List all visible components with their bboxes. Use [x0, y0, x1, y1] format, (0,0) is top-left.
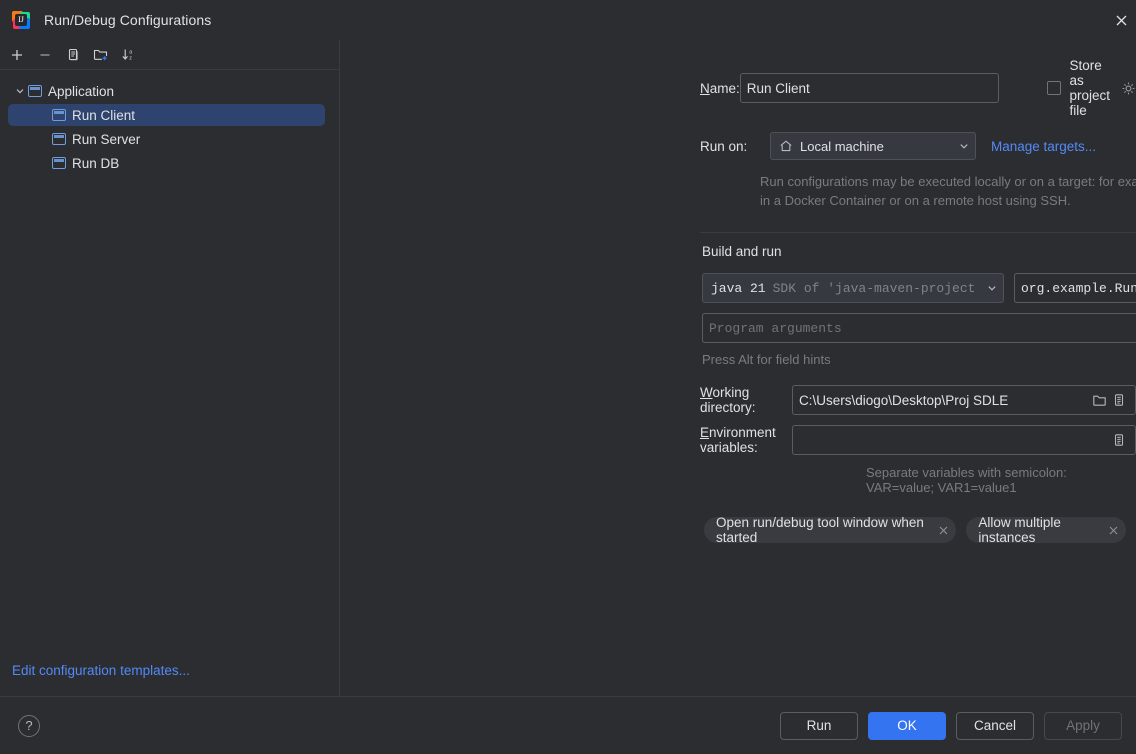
sidebar-item-run-db[interactable]: Run DB	[8, 152, 325, 174]
close-icon[interactable]	[937, 522, 950, 538]
store-as-project-file-row[interactable]: Store as project file	[1047, 58, 1136, 118]
run-debug-configurations-dialog: IJ Run/Debug Configurations a z Applicat…	[0, 0, 1136, 754]
left-panel-footer: Edit configuration templates...	[0, 663, 339, 696]
option-chips: Open run/debug tool window when started …	[704, 515, 1136, 545]
environment-variables-label: Environment variables:	[700, 425, 776, 455]
store-as-project-file-checkbox[interactable]	[1047, 81, 1062, 95]
folder-icon[interactable]	[1089, 390, 1109, 410]
configurations-tree: Application Run Client Run Server Run DB	[0, 70, 339, 663]
footer-buttons: Run OK Cancel Apply	[780, 711, 1122, 740]
application-icon	[52, 109, 66, 121]
run-button[interactable]: Run	[780, 711, 858, 740]
jdk-name: java 21	[711, 280, 766, 296]
application-icon	[52, 157, 66, 169]
copy-configuration-button[interactable]	[60, 43, 86, 67]
expand-list-icon[interactable]	[1109, 390, 1129, 410]
sort-alphabetically-icon[interactable]: a z	[116, 43, 142, 67]
home-icon	[779, 139, 793, 153]
gear-icon[interactable]	[1121, 78, 1136, 98]
jdk-dropdown[interactable]: java 21 SDK of 'java-maven-project	[702, 273, 1004, 303]
chip-open-run-debug-tool-window: Open run/debug tool window when started	[704, 515, 957, 545]
section-divider-top	[700, 232, 1136, 233]
build-and-run-title: Build and run	[702, 244, 782, 259]
configuration-form: Name: Run Client Store as project file R…	[340, 40, 1136, 696]
ok-button[interactable]: OK	[868, 711, 946, 740]
list-item-label: Run Server	[72, 131, 141, 147]
name-input[interactable]: Run Client	[739, 73, 1000, 103]
chip-label: Open run/debug tool window when started	[716, 515, 924, 545]
close-icon[interactable]	[1107, 522, 1120, 538]
configurations-panel: a z Application Run Client Run Server Ru…	[0, 40, 340, 696]
name-label: Name:	[700, 80, 740, 96]
intellij-idea-icon: IJ	[12, 11, 30, 29]
dialog-body: a z Application Run Client Run Server Ru…	[0, 40, 1136, 696]
field-hint: Press Alt for field hints	[702, 352, 831, 367]
close-icon[interactable]	[1106, 9, 1136, 31]
main-class-input[interactable]: org.example.RunClient	[1014, 273, 1136, 303]
main-class-value: org.example.RunClient	[1021, 280, 1136, 296]
application-icon	[28, 85, 42, 97]
chevron-down-icon	[979, 281, 997, 296]
chevron-down-icon[interactable]	[12, 86, 28, 96]
list-item-label: Run DB	[72, 155, 120, 171]
run-on-target-value: Local machine	[800, 138, 884, 154]
cancel-button[interactable]: Cancel	[956, 711, 1034, 740]
working-directory-input[interactable]: C:\Users\diogo\Desktop\Proj SDLE	[791, 385, 1136, 415]
run-on-target-dropdown[interactable]: Local machine	[770, 132, 976, 160]
expand-list-icon[interactable]	[1109, 430, 1129, 450]
target-description: Run configurations may be executed local…	[760, 174, 1136, 208]
title-bar: IJ Run/Debug Configurations	[0, 0, 1136, 40]
application-icon	[52, 133, 66, 145]
run-on-label: Run on:	[700, 138, 748, 154]
chip-label: Allow multiple instances	[978, 515, 1061, 545]
program-arguments-placeholder: Program arguments	[709, 320, 842, 336]
apply-button: Apply	[1044, 711, 1122, 740]
add-configuration-button[interactable]	[4, 43, 30, 67]
dialog-title: Run/Debug Configurations	[44, 12, 212, 28]
remove-configuration-button[interactable]	[32, 43, 58, 67]
edit-configuration-templates-link[interactable]: Edit configuration templates...	[12, 663, 190, 678]
working-directory-value: C:\Users\diogo\Desktop\Proj SDLE	[798, 392, 1009, 408]
jdk-description: SDK of 'java-maven-project	[772, 280, 976, 296]
environment-variables-hint: Separate variables with semicolon: VAR=v…	[866, 465, 1067, 495]
name-input-value: Run Client	[746, 80, 810, 96]
sidebar-item-run-client[interactable]: Run Client	[8, 104, 325, 126]
help-button[interactable]: ?	[18, 714, 40, 737]
list-item-label: Run Client	[72, 107, 136, 123]
dialog-footer: ? Run OK Cancel Apply	[0, 696, 1136, 754]
manage-targets-link[interactable]: Manage targets...	[991, 139, 1096, 154]
tree-group-application[interactable]: Application	[8, 80, 325, 102]
chip-allow-multiple-instances: Allow multiple instances	[966, 515, 1126, 545]
program-arguments-input[interactable]: Program arguments	[702, 313, 1136, 343]
tree-group-label: Application	[48, 83, 115, 99]
chevron-down-icon	[951, 139, 969, 154]
working-directory-label: Working directory:	[700, 385, 756, 415]
environment-variables-input[interactable]	[791, 425, 1136, 455]
store-as-project-file-label: Store as project file	[1069, 58, 1111, 118]
configurations-toolbar: a z	[0, 40, 339, 70]
new-folder-button[interactable]	[88, 43, 114, 67]
sidebar-item-run-server[interactable]: Run Server	[8, 128, 325, 150]
svg-text:z: z	[129, 56, 132, 62]
